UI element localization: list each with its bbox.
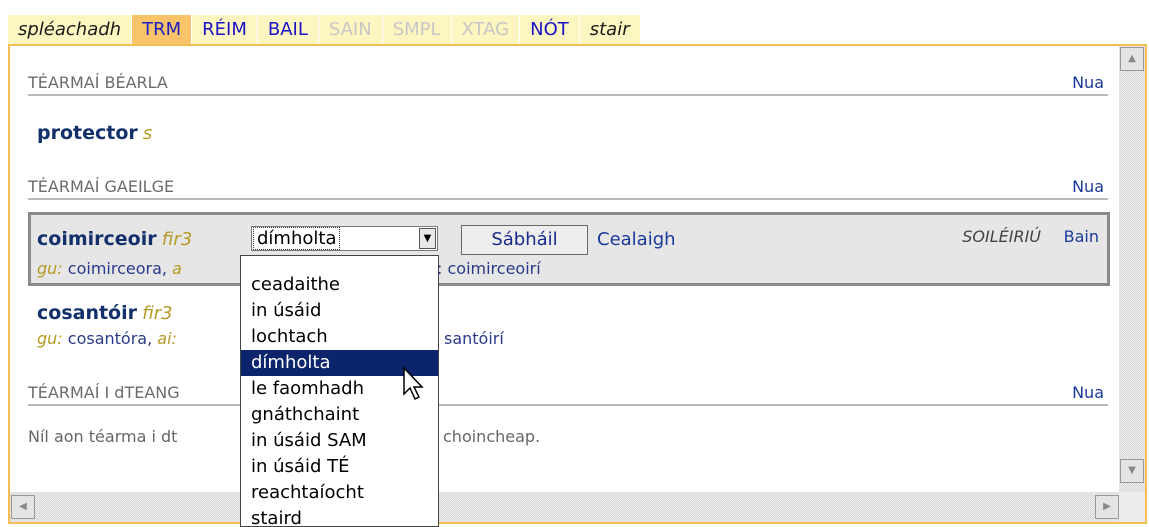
terms-panel: TÉARMAÍ BÉARLA Nua protector s TÉARMAÍ G… [8,44,1147,524]
dropdown-spacer [241,256,438,272]
status-select[interactable]: dímholta ▼ [251,226,438,251]
mouse-pointer-icon [403,366,424,401]
status-option[interactable]: in úsáid [241,298,438,324]
status-option[interactable]: in úsáid TÉ [241,454,438,480]
gu-label: gu: [37,259,63,278]
tab-xtag: XTAG [451,15,521,44]
new-related-term-link[interactable]: Nua [1072,383,1104,402]
status-option[interactable]: reachtaíocht [241,480,438,506]
scroll-up-arrow-icon[interactable]: ▲ [1120,47,1144,71]
scroll-down-arrow-icon[interactable]: ▼ [1120,459,1144,483]
empty-message-tail: choincheap. [443,427,540,446]
gu-value: cosantóra, [67,329,153,348]
ai-label: a [172,259,182,278]
new-irish-term-link[interactable]: Nua [1072,177,1104,196]
vertical-scrollbar[interactable]: ▲ ▼ [1119,46,1145,492]
tab-trm[interactable]: TRM [132,15,193,44]
delete-link[interactable]: Bain [1064,227,1099,246]
ai-value: : coimirceoirí [437,259,541,278]
grammar-line: gu: coimirceora, a [37,259,182,278]
chevron-down-icon[interactable]: ▼ [419,228,436,249]
irish-terms-header: TÉARMAÍ GAEILGE Nua [28,174,1108,200]
grammar-line-tail: santóirí [444,329,504,348]
status-option[interactable]: lochtach [241,324,438,350]
part-of-speech: fir3 [161,229,193,250]
term-edit-row: coimirceoir fir3 dímholta ▼ Sábháil Ceal… [28,212,1110,286]
tab-bar: spléachadh TRM RÉIM BAIL SAIN SMPL XTAG … [8,15,641,44]
tab-sain: SAIN [318,15,383,44]
status-option[interactable]: in úsáid SAM [241,428,438,454]
part-of-speech: s [142,123,153,144]
tab-reim[interactable]: RÉIM [192,15,258,44]
ai-label: ai: [157,329,177,348]
term-text: coimirceoir [37,228,157,250]
cancel-link[interactable]: Cealaigh [597,229,676,250]
term-text[interactable]: cosantóir [37,302,137,324]
empty-text-left: Níl aon téarma i dt [28,427,178,446]
tab-bail[interactable]: BAIL [257,15,319,44]
section-title: TÉARMAÍ BÉARLA [28,73,168,92]
grammar-line-tail: : coimirceoirí [437,259,541,278]
irish-term-entry: cosantóir fir3 [37,302,173,324]
clarification-label[interactable]: SOILÉIRIÚ [962,227,1041,246]
empty-message: Níl aon téarma i dt [28,427,177,446]
section-title: TÉARMAÍ I dTEANG [28,383,180,402]
tab-stair[interactable]: stair [579,15,641,44]
term-text[interactable]: protector [37,122,138,144]
ai-value: santóirí [444,329,504,348]
scroll-left-arrow-icon[interactable]: ◀ [11,495,35,519]
gu-label: gu: [37,329,63,348]
section-title: TÉARMAÍ GAEILGE [28,177,175,196]
status-option[interactable]: gnáthchaint [241,402,438,428]
new-english-term-link[interactable]: Nua [1072,73,1104,92]
part-of-speech: fir3 [142,303,173,324]
grammar-line: gu: cosantóra, ai: [37,329,177,348]
tab-not[interactable]: NÓT [520,15,580,44]
tab-spleachadh[interactable]: spléachadh [8,15,133,44]
scrollbar-corner [1119,492,1145,522]
scroll-right-arrow-icon[interactable]: ▶ [1095,495,1119,519]
horizontal-scrollbar[interactable]: ◀ ▶ [10,492,1121,522]
status-select-value: dímholta [252,227,341,250]
related-terms-header: TÉARMAÍ I dTEANG Nua [28,380,1108,406]
save-button[interactable]: Sábháil [461,225,588,255]
status-option[interactable]: ceadaithe [241,272,438,298]
english-terms-header: TÉARMAÍ BÉARLA Nua [28,70,1108,96]
gu-value: coimirceora, [67,259,167,278]
english-term-entry: protector s [37,122,152,144]
empty-text-right: choincheap. [443,427,541,446]
editing-term: coimirceoir fir3 [37,228,192,250]
panel-content: TÉARMAÍ BÉARLA Nua protector s TÉARMAÍ G… [10,46,1121,492]
tab-smpl: SMPL [382,15,452,44]
